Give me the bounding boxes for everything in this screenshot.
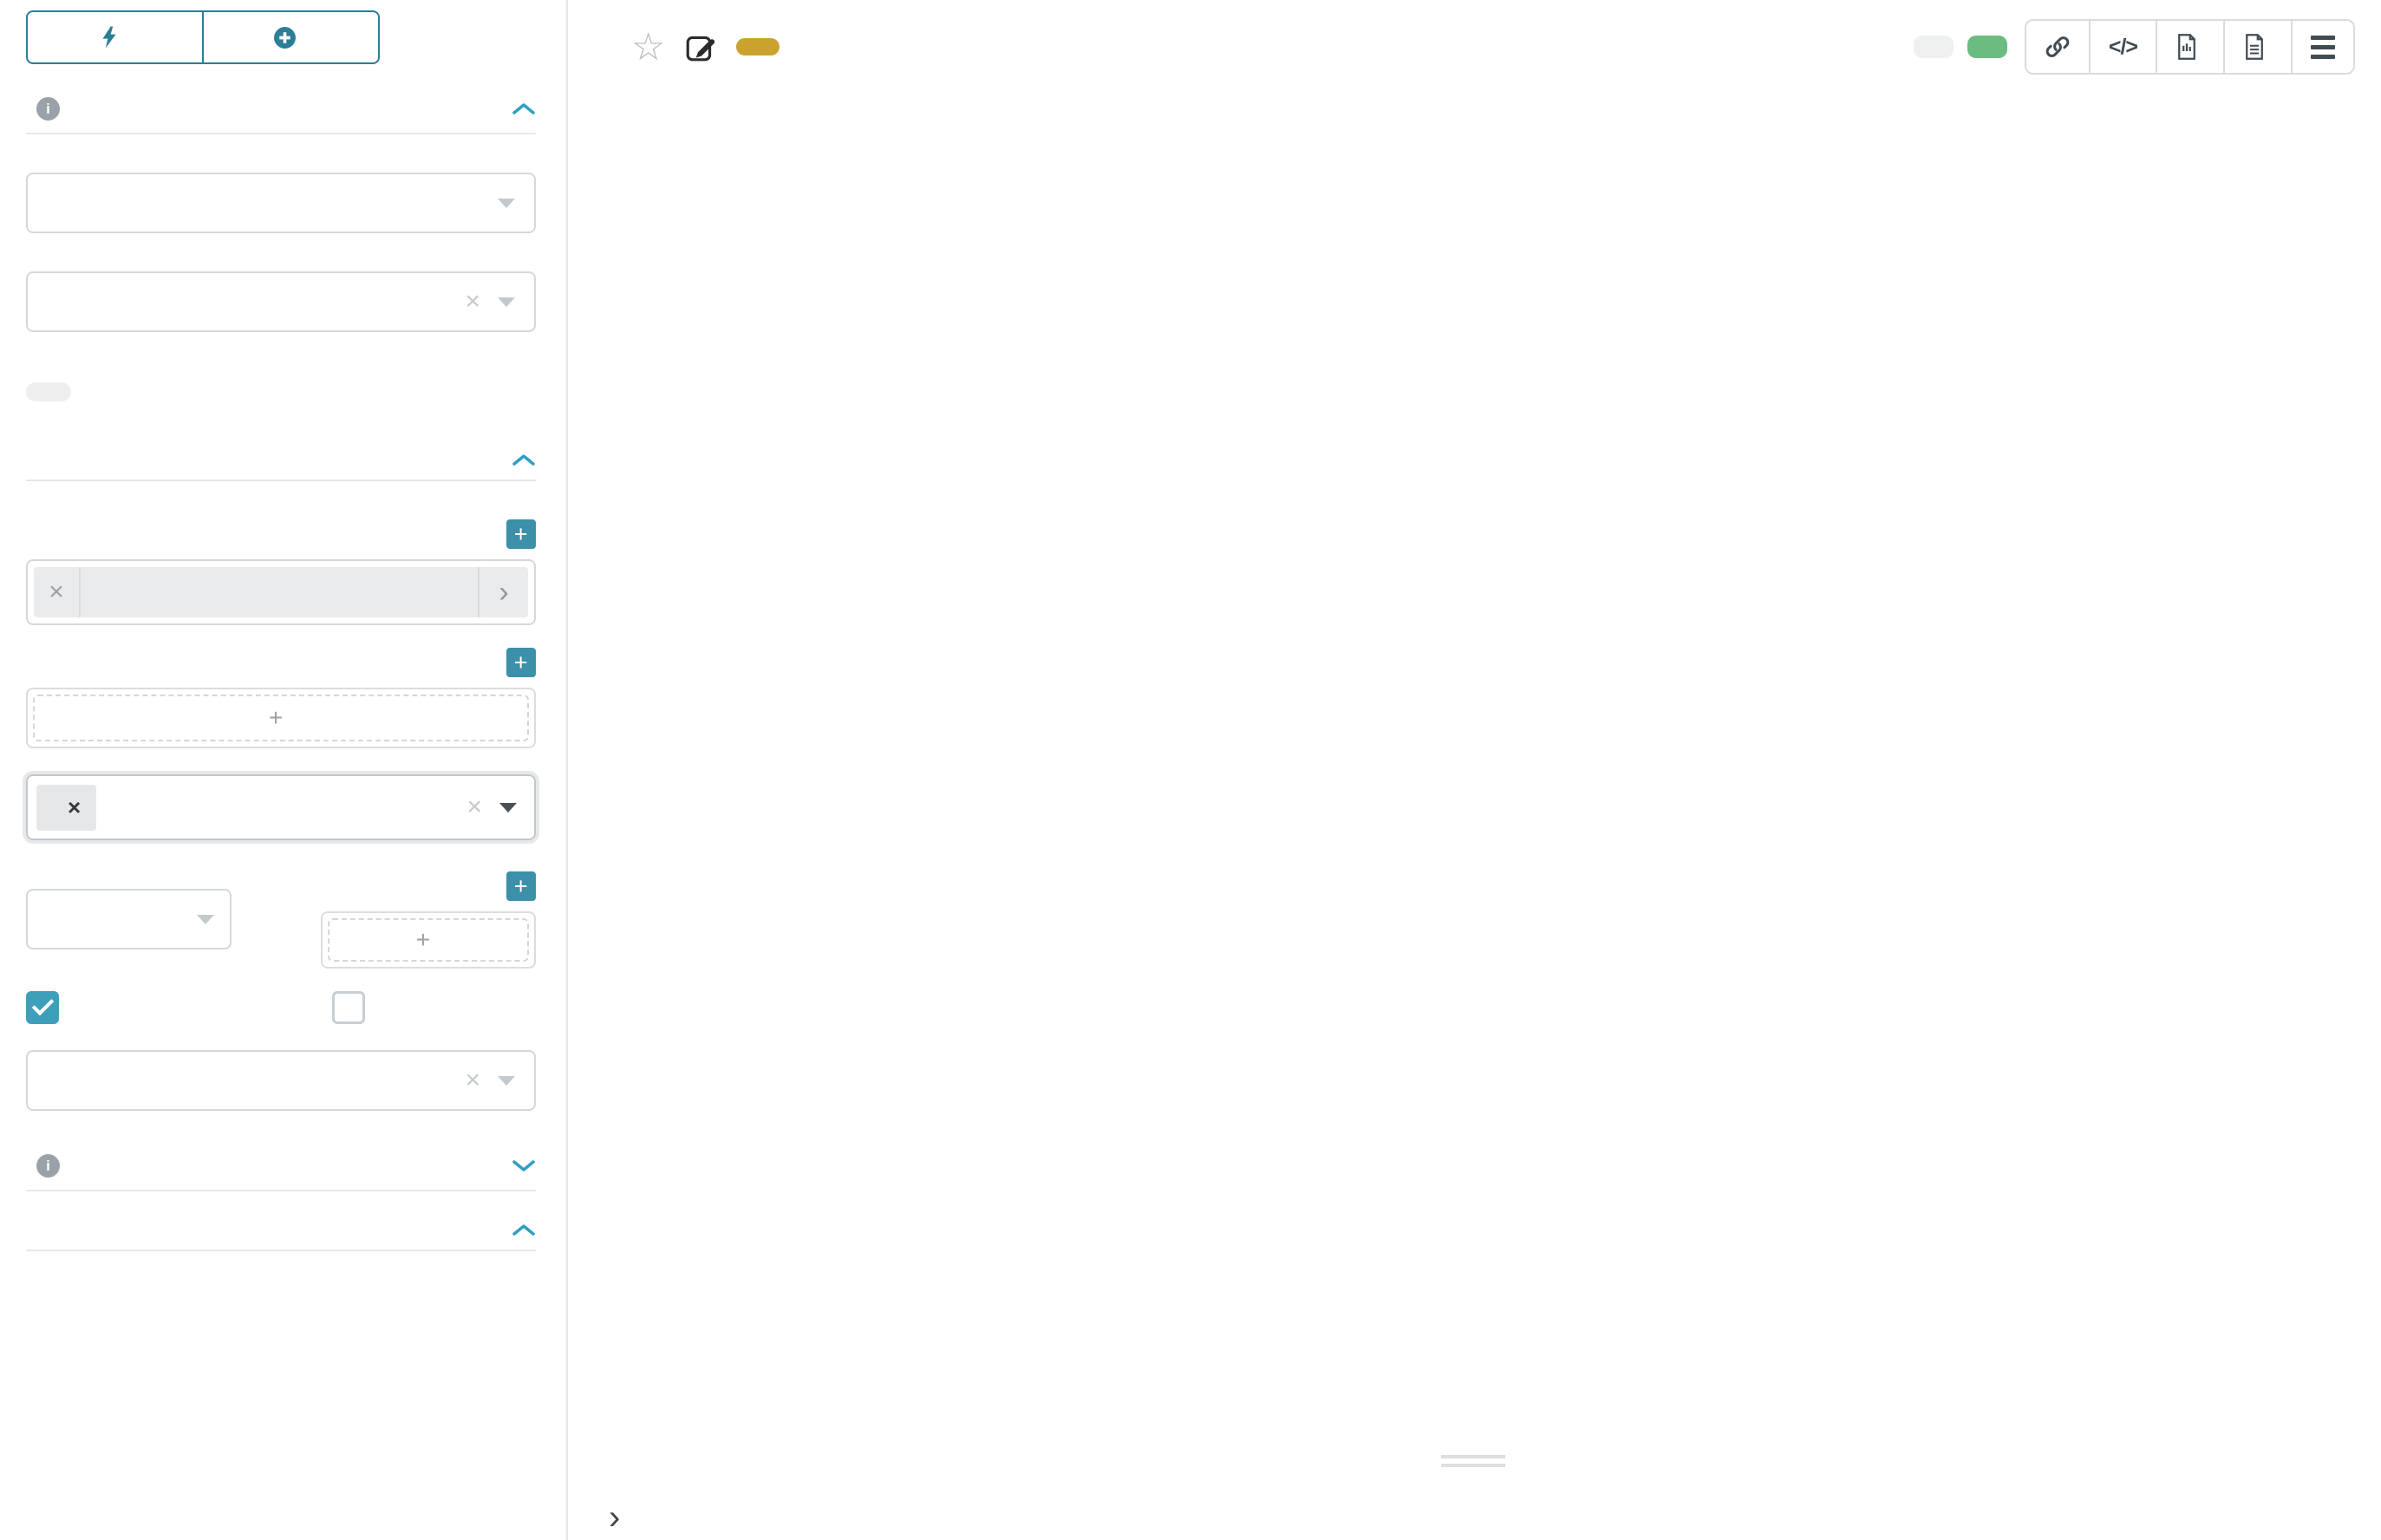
remove-tag-icon[interactable]: ×	[68, 794, 81, 821]
row-limit-select[interactable]: ×	[26, 1050, 536, 1111]
clear-icon[interactable]: ×	[465, 1066, 480, 1095]
time-grain-select[interactable]: ×	[26, 271, 536, 332]
checkbox-checked-icon[interactable]	[26, 991, 59, 1024]
sort-by-control: +	[321, 911, 536, 969]
time-range-pill[interactable]	[26, 382, 71, 401]
time-section-header[interactable]	[26, 97, 536, 121]
embed-code-button[interactable]: </>	[2089, 21, 2156, 73]
chevron-down-icon	[498, 297, 515, 307]
series-limit-select[interactable]	[26, 889, 232, 949]
lightning-bolt-icon	[101, 25, 118, 49]
chevron-down-icon[interactable]	[512, 1158, 536, 1173]
chevron-right-icon[interactable]: ›	[478, 567, 528, 617]
chart-panel: ☆ </>	[569, 0, 2381, 1540]
chevron-right-icon: ›	[609, 1500, 620, 1535]
edit-title-icon[interactable]	[684, 30, 717, 63]
group-by-select[interactable]: × ×	[26, 774, 536, 840]
favorite-star-icon[interactable]: ☆	[631, 25, 665, 69]
control-panel: × + × › + +	[0, 0, 568, 1540]
clear-icon[interactable]: ×	[465, 287, 480, 316]
annotations-header[interactable]	[26, 1223, 536, 1237]
add-sort-metric-button[interactable]: +	[506, 871, 536, 901]
advanced-analytics-header[interactable]	[26, 1154, 536, 1178]
line-chart[interactable]	[607, 152, 2381, 1309]
info-icon	[36, 97, 60, 121]
run-save-button-group	[26, 10, 380, 64]
altered-badge[interactable]	[736, 38, 780, 55]
row-count-badge	[1914, 36, 1954, 58]
link-icon	[2045, 34, 2071, 60]
chevron-up-icon[interactable]	[512, 453, 536, 467]
chevron-down-icon	[498, 1076, 515, 1086]
export-button-group: </>	[2025, 19, 2355, 75]
query-timer-badge	[1967, 36, 2007, 58]
plus-circle-icon	[273, 26, 297, 49]
more-menu-button[interactable]	[2291, 21, 2353, 73]
resize-grip-handle[interactable]	[1441, 1455, 1505, 1472]
data-panel-toggle[interactable]: ›	[609, 1500, 646, 1535]
plus-icon: +	[269, 704, 283, 732]
add-sort-metric-dropzone[interactable]: +	[328, 918, 529, 962]
json-file-icon	[2176, 34, 2198, 60]
chevron-down-icon	[499, 803, 517, 812]
contribution-checkbox[interactable]	[332, 991, 377, 1024]
csv-file-icon	[2243, 34, 2266, 60]
export-json-button[interactable]	[2156, 21, 2223, 73]
sort-descending-checkbox[interactable]	[26, 991, 243, 1024]
mini-preview-chart[interactable]	[607, 1334, 2381, 1455]
save-button[interactable]	[202, 12, 378, 62]
metrics-control: × ›	[26, 559, 536, 625]
metric-pill[interactable]: × ›	[34, 567, 528, 617]
run-button[interactable]	[28, 12, 202, 62]
clear-icon[interactable]: ×	[466, 793, 482, 822]
info-icon	[36, 1154, 60, 1178]
query-section-header[interactable]	[26, 453, 536, 467]
chevron-up-icon[interactable]	[512, 101, 536, 116]
add-filter-dropzone[interactable]: +	[33, 695, 529, 741]
copy-link-button[interactable]	[2026, 21, 2089, 73]
add-metric-button[interactable]: +	[506, 519, 536, 549]
chevron-down-icon	[498, 199, 515, 208]
hamburger-menu-icon	[2311, 36, 2335, 59]
filters-control: +	[26, 688, 536, 748]
time-column-select[interactable]	[26, 173, 536, 233]
chevron-up-icon[interactable]	[512, 1223, 536, 1237]
plus-icon: +	[416, 926, 430, 954]
chevron-down-icon	[197, 915, 214, 924]
remove-metric-icon[interactable]: ×	[34, 567, 81, 617]
code-icon: </>	[2109, 35, 2137, 60]
add-filter-button[interactable]: +	[506, 648, 536, 677]
export-csv-button[interactable]	[2223, 21, 2291, 73]
group-by-tag[interactable]: ×	[36, 785, 96, 831]
checkbox-unchecked-icon[interactable]	[332, 991, 365, 1024]
